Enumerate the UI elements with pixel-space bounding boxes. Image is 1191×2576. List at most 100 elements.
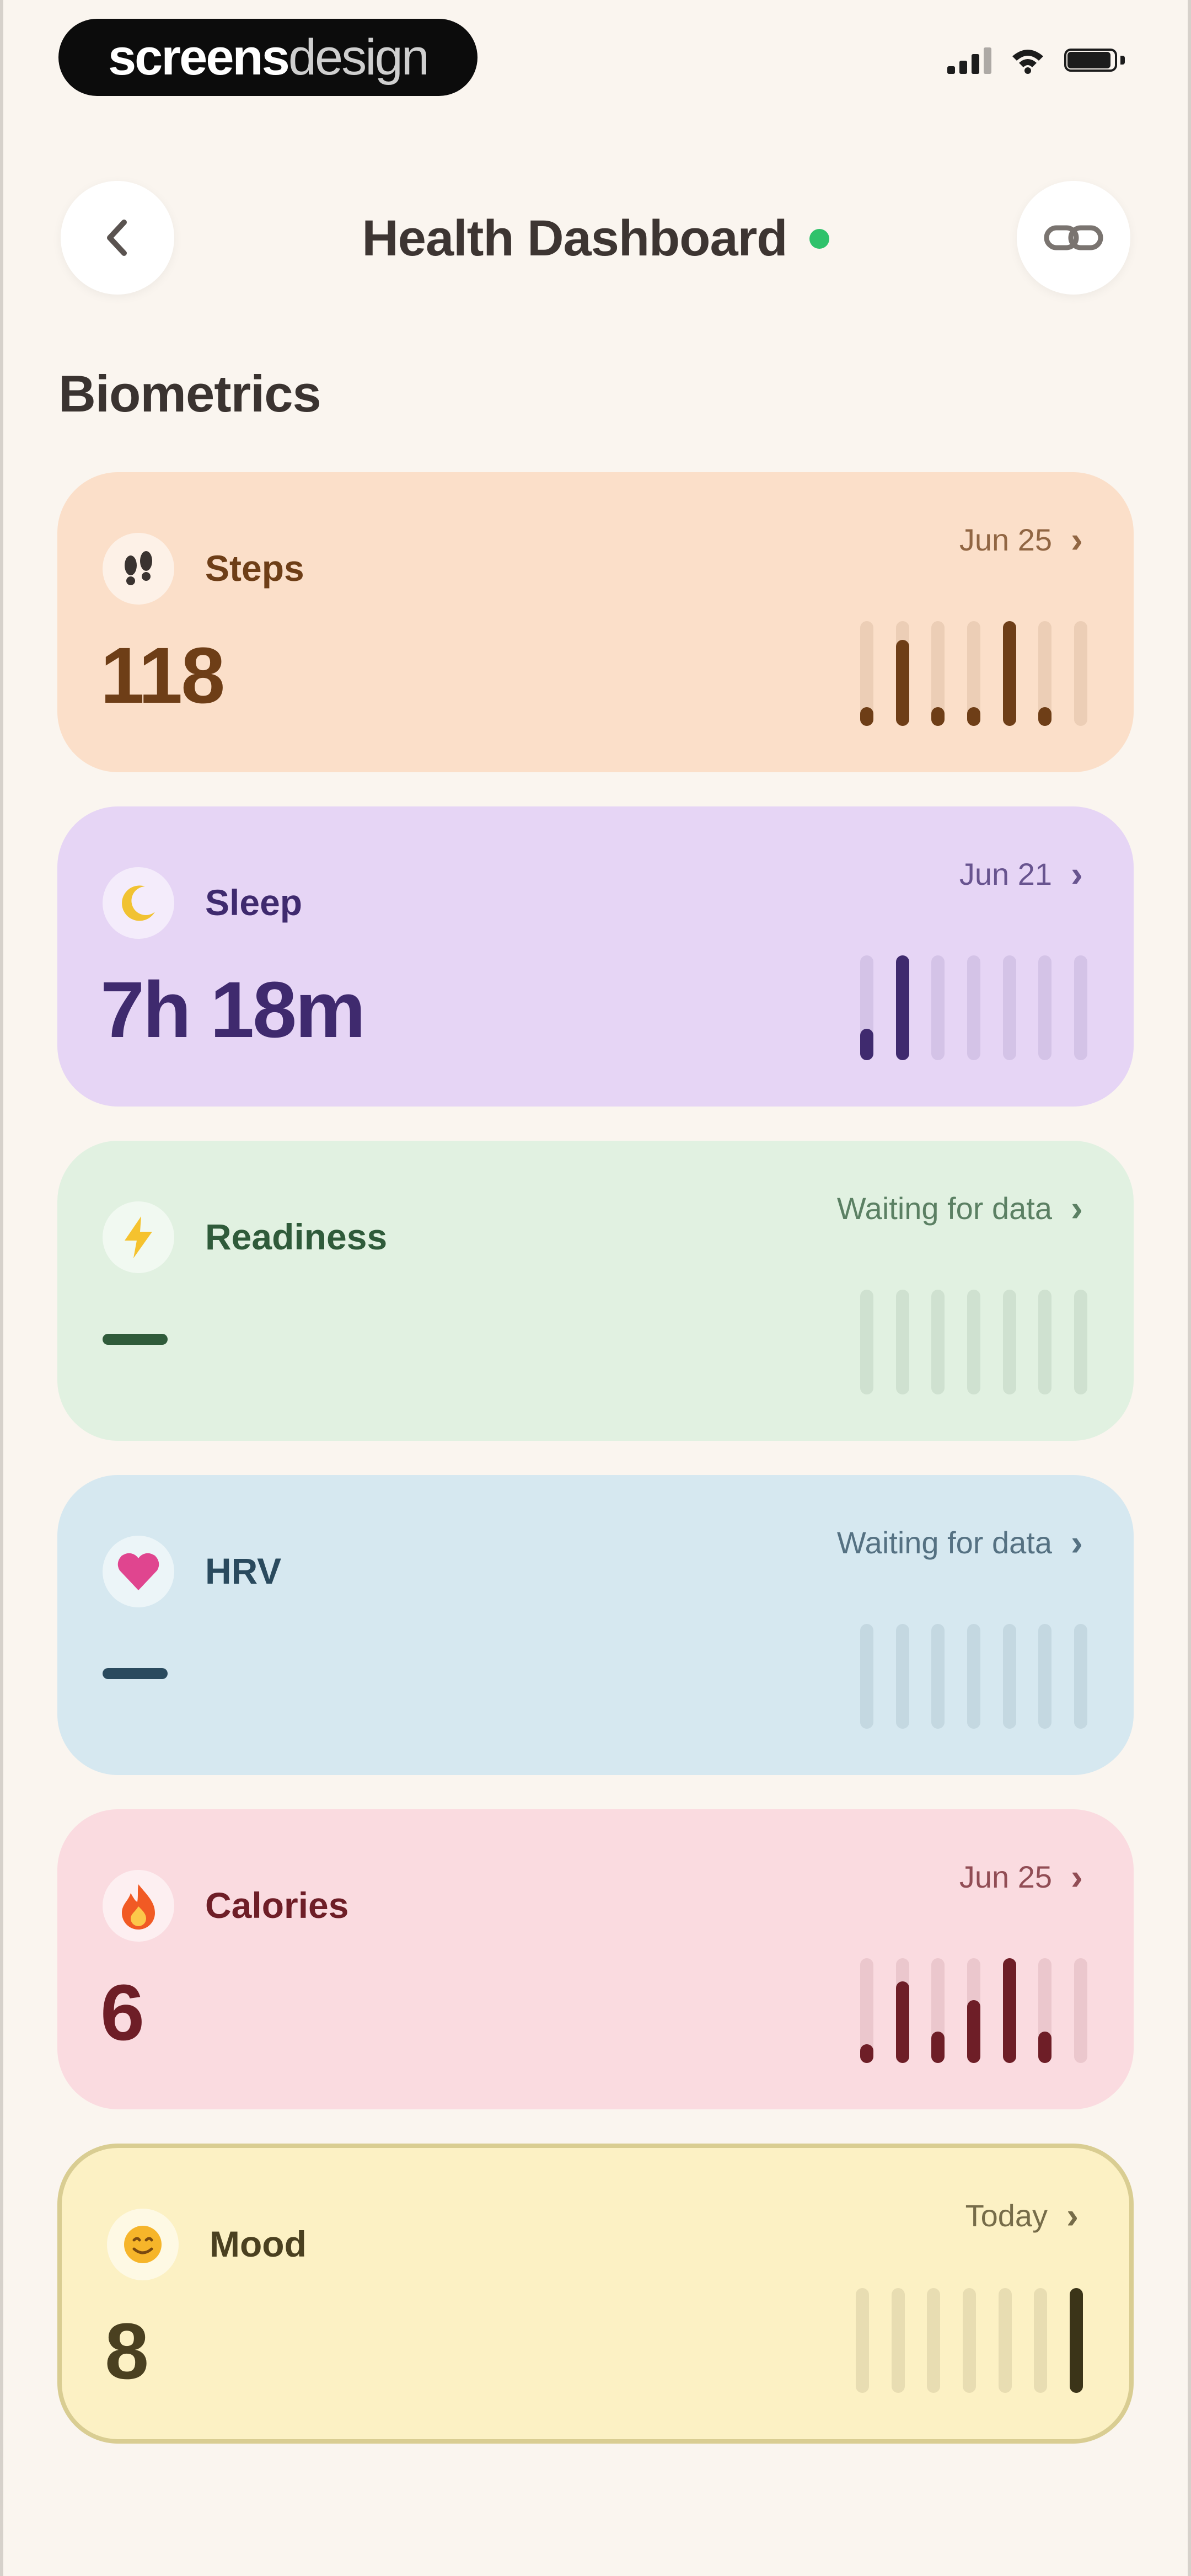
bolt-icon: [103, 1201, 174, 1273]
footprints-icon: [103, 533, 174, 605]
link-button[interactable]: [1017, 181, 1130, 295]
bar-track: [962, 2288, 976, 2393]
bar-track: [1002, 955, 1016, 1060]
live-status-dot: [809, 228, 829, 249]
bar-track: [967, 621, 980, 726]
bar-track: [1074, 1290, 1087, 1394]
brand-bold: screens: [108, 29, 290, 85]
no-value-dash: [103, 1668, 168, 1679]
steps-card[interactable]: Steps Jun 25 › 118: [57, 472, 1134, 772]
bar-track: [1038, 1290, 1052, 1394]
weekly-bar-chart: [860, 1290, 1087, 1394]
chevron-right-icon: ›: [1071, 1856, 1083, 1897]
bar-track: [931, 1624, 945, 1729]
wifi-icon: [1012, 50, 1043, 74]
bar-track: [860, 1290, 873, 1394]
battery-icon: [1064, 46, 1125, 74]
bar-track: [856, 2288, 869, 2393]
brand-watermark: screens design: [58, 19, 478, 96]
bar-track: [998, 2288, 1012, 2393]
bar-track: [927, 2288, 941, 2393]
hrv-card[interactable]: HRV Waiting for data ›: [57, 1475, 1134, 1775]
chevron-right-icon: ›: [1071, 1522, 1083, 1563]
bar-track: [860, 1624, 873, 1729]
card-value: 6: [100, 1968, 144, 2057]
readiness-card[interactable]: Readiness Waiting for data ›: [57, 1141, 1134, 1441]
card-status-text: Waiting for data: [836, 1525, 1053, 1560]
bar-track: [967, 1290, 980, 1394]
weekly-bar-chart: [860, 1624, 1087, 1729]
card-date: Jun 25 ›: [959, 1856, 1083, 1898]
card-label: Readiness: [205, 1216, 388, 1257]
bar-track: [891, 2288, 905, 2393]
status-icons: [947, 46, 1125, 74]
bar-fill: [931, 707, 945, 726]
bar-track: [1069, 2288, 1083, 2393]
bar-track: [1074, 621, 1087, 726]
bar-fill: [860, 707, 873, 726]
card-date-text: Jun 25: [959, 1859, 1053, 1894]
bar-fill: [895, 955, 909, 1060]
mood-card[interactable]: Mood Today › 8: [57, 2144, 1134, 2444]
bar-fill: [895, 640, 909, 726]
bar-fill: [931, 2032, 945, 2063]
card-label: Calories: [205, 1885, 349, 1926]
bar-track: [1038, 621, 1052, 726]
smile-icon: [107, 2209, 179, 2280]
card-value: 8: [105, 2307, 149, 2396]
bar-track: [860, 1958, 873, 2063]
card-status: Waiting for data ›: [837, 1187, 1083, 1229]
brand-light: design: [288, 29, 430, 85]
bar-fill: [860, 1029, 873, 1060]
weekly-bar-chart: [860, 955, 1087, 1060]
bar-fill: [1002, 1958, 1016, 2063]
card-date-text: Jun 25: [959, 522, 1053, 557]
bar-track: [1038, 1624, 1052, 1729]
card-value: 7h 18m: [100, 965, 366, 1054]
bar-track: [1002, 621, 1016, 726]
bar-fill: [860, 2044, 873, 2063]
weekly-bar-chart: [860, 1958, 1087, 2063]
bar-track: [1038, 1958, 1052, 2063]
card-label: Mood: [210, 2224, 307, 2264]
bar-fill: [1038, 707, 1052, 726]
card-label: Sleep: [205, 882, 303, 923]
device-frame-left: [0, 0, 3, 2576]
flame-icon: [103, 1870, 174, 1942]
bar-fill: [895, 1981, 909, 2063]
bar-track: [860, 621, 873, 726]
bar-fill: [1002, 621, 1016, 726]
bar-track: [931, 955, 945, 1060]
card-status-text: Waiting for data: [836, 1190, 1053, 1226]
bar-track: [1002, 1290, 1016, 1394]
heart-icon: [103, 1536, 174, 1607]
page-title-text: Health Dashboard: [362, 210, 787, 266]
card-label: Steps: [205, 548, 304, 589]
card-date: Today ›: [965, 2194, 1079, 2236]
bar-track: [1034, 2288, 1048, 2393]
no-value-dash: [103, 1334, 168, 1345]
calories-card[interactable]: Calories Jun 25 › 6: [57, 1809, 1134, 2109]
card-date-text: Today: [965, 2198, 1048, 2233]
card-value: 118: [100, 631, 225, 720]
bar-track: [1074, 1624, 1087, 1729]
bar-fill: [1038, 2032, 1052, 2063]
page-title: Health Dashboard: [0, 210, 1191, 268]
card-date-text: Jun 21: [959, 856, 1053, 891]
device-frame-right: [1188, 0, 1191, 2576]
bar-track: [931, 1958, 945, 2063]
bar-fill: [1069, 2288, 1083, 2393]
sleep-card[interactable]: Sleep Jun 21 › 7h 18m: [57, 806, 1134, 1107]
bar-track: [895, 1290, 909, 1394]
signal-icon: [947, 46, 991, 74]
moon-icon: [103, 867, 174, 939]
bar-track: [1002, 1624, 1016, 1729]
bar-track: [1002, 1958, 1016, 2063]
link-icon: [1044, 225, 1103, 250]
card-date: Jun 25 ›: [959, 519, 1083, 560]
weekly-bar-chart: [860, 621, 1087, 726]
bar-track: [931, 1290, 945, 1394]
bar-track: [967, 955, 980, 1060]
bar-track: [895, 621, 909, 726]
bar-fill: [967, 707, 980, 726]
